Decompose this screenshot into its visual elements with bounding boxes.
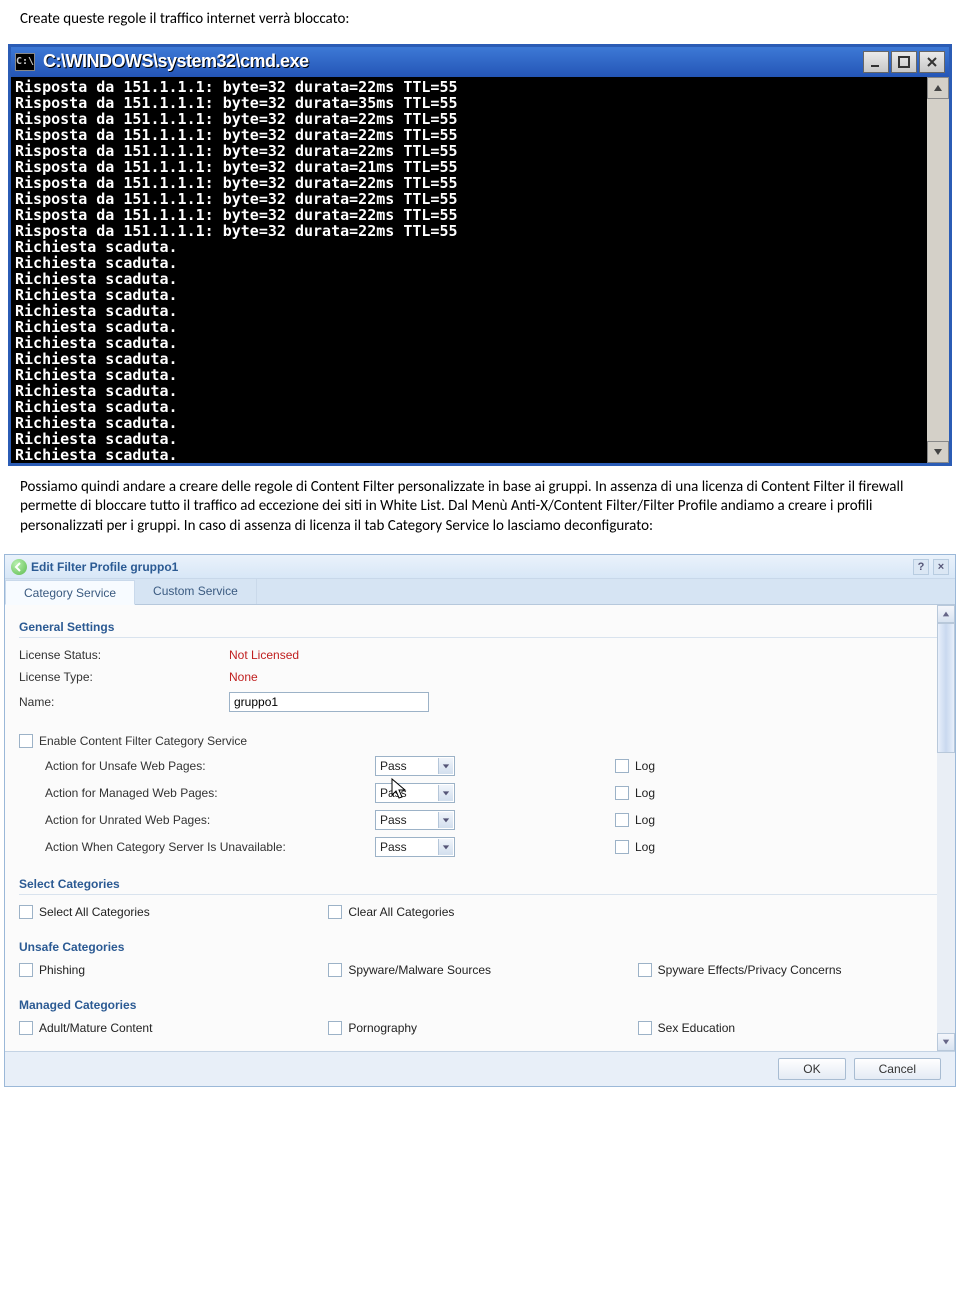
unrated-log-checkbox[interactable] bbox=[615, 813, 629, 827]
cancel-button[interactable]: Cancel bbox=[854, 1058, 941, 1080]
license-type-label: License Type: bbox=[19, 670, 229, 684]
tab-category-service[interactable]: Category Service bbox=[5, 580, 135, 605]
after-cmd-text: Possiamo quindi andare a creare delle re… bbox=[20, 478, 940, 537]
chevron-down-icon bbox=[438, 785, 453, 801]
intro-text: Create queste regole il traffico interne… bbox=[20, 10, 940, 30]
license-status-value: Not Licensed bbox=[229, 648, 299, 662]
log-label: Log bbox=[635, 786, 655, 800]
clear-all-label: Clear All Categories bbox=[348, 905, 454, 919]
porn-label: Pornography bbox=[348, 1021, 417, 1035]
cmd-title: C:\WINDOWS\system32\cmd.exe bbox=[43, 51, 863, 72]
server-log-checkbox[interactable] bbox=[615, 840, 629, 854]
unsafe-action-select[interactable]: Pass bbox=[375, 756, 455, 776]
porn-checkbox[interactable] bbox=[328, 1021, 342, 1035]
managed-action-label: Action for Managed Web Pages: bbox=[45, 786, 375, 800]
chevron-down-icon bbox=[438, 812, 453, 828]
select-all-label: Select All Categories bbox=[39, 905, 150, 919]
general-settings-heading: General Settings bbox=[19, 617, 941, 638]
scroll-up-icon[interactable] bbox=[927, 77, 949, 99]
phishing-label: Phishing bbox=[39, 963, 85, 977]
back-arrow-icon[interactable] bbox=[11, 559, 27, 575]
adult-checkbox[interactable] bbox=[19, 1021, 33, 1035]
maximize-button[interactable] bbox=[891, 51, 917, 73]
help-icon[interactable]: ? bbox=[913, 559, 929, 575]
license-status-label: License Status: bbox=[19, 648, 229, 662]
sexed-label: Sex Education bbox=[658, 1021, 735, 1035]
tab-bar: Category Service Custom Service bbox=[5, 579, 955, 605]
name-input[interactable] bbox=[229, 692, 429, 712]
adult-label: Adult/Mature Content bbox=[39, 1021, 152, 1035]
scroll-thumb[interactable] bbox=[937, 623, 955, 753]
spyware-src-checkbox[interactable] bbox=[328, 963, 342, 977]
scroll-up-icon[interactable] bbox=[937, 605, 955, 623]
dialog-footer: OK Cancel bbox=[5, 1051, 955, 1086]
mouse-cursor-icon bbox=[390, 777, 410, 801]
spyware-src-label: Spyware/Malware Sources bbox=[348, 963, 491, 977]
phishing-checkbox[interactable] bbox=[19, 963, 33, 977]
unsafe-action-label: Action for Unsafe Web Pages: bbox=[45, 759, 375, 773]
filter-profile-dialog: Edit Filter Profile gruppo1 ? × Category… bbox=[4, 554, 956, 1087]
chevron-down-icon bbox=[438, 839, 453, 855]
select-all-checkbox[interactable] bbox=[19, 905, 33, 919]
tab-custom-service[interactable]: Custom Service bbox=[135, 579, 257, 604]
scroll-down-icon[interactable] bbox=[937, 1033, 955, 1051]
managed-log-checkbox[interactable] bbox=[615, 786, 629, 800]
spyware-effects-label: Spyware Effects/Privacy Concerns bbox=[658, 963, 842, 977]
close-button[interactable] bbox=[919, 51, 945, 73]
managed-categories-heading: Managed Categories bbox=[19, 995, 941, 1015]
cmd-window: C:\ C:\WINDOWS\system32\cmd.exe Risposta… bbox=[8, 44, 952, 466]
managed-action-select[interactable]: Pass bbox=[375, 783, 455, 803]
spyware-effects-checkbox[interactable] bbox=[638, 963, 652, 977]
server-unavail-select[interactable]: Pass bbox=[375, 837, 455, 857]
cmd-app-icon: C:\ bbox=[15, 53, 35, 71]
log-label: Log bbox=[635, 813, 655, 827]
select-categories-heading: Select Categories bbox=[19, 874, 941, 895]
close-icon[interactable]: × bbox=[933, 559, 949, 575]
license-type-value: None bbox=[229, 670, 258, 684]
server-unavail-label: Action When Category Server Is Unavailab… bbox=[45, 840, 375, 854]
minimize-button[interactable] bbox=[863, 51, 889, 73]
clear-all-checkbox[interactable] bbox=[328, 905, 342, 919]
enable-category-checkbox[interactable] bbox=[19, 734, 33, 748]
chevron-down-icon bbox=[438, 758, 453, 774]
cmd-body: Risposta da 151.1.1.1: byte=32 durata=22… bbox=[11, 77, 949, 463]
cmd-scrollbar[interactable] bbox=[927, 77, 949, 463]
dialog-content: General Settings License Status: Not Lic… bbox=[5, 605, 955, 1051]
log-label: Log bbox=[635, 759, 655, 773]
dialog-title: Edit Filter Profile gruppo1 bbox=[31, 560, 913, 574]
name-label: Name: bbox=[19, 695, 229, 709]
scroll-down-icon[interactable] bbox=[927, 441, 949, 463]
unsafe-categories-heading: Unsafe Categories bbox=[19, 937, 941, 957]
enable-category-label: Enable Content Filter Category Service bbox=[39, 734, 247, 748]
unrated-action-select[interactable]: Pass bbox=[375, 810, 455, 830]
unrated-action-label: Action for Unrated Web Pages: bbox=[45, 813, 375, 827]
unsafe-log-checkbox[interactable] bbox=[615, 759, 629, 773]
content-scrollbar[interactable] bbox=[937, 605, 955, 1051]
cmd-output: Risposta da 151.1.1.1: byte=32 durata=22… bbox=[15, 79, 945, 463]
ok-button[interactable]: OK bbox=[778, 1058, 845, 1080]
sexed-checkbox[interactable] bbox=[638, 1021, 652, 1035]
cmd-titlebar[interactable]: C:\ C:\WINDOWS\system32\cmd.exe bbox=[11, 47, 949, 77]
log-label: Log bbox=[635, 840, 655, 854]
